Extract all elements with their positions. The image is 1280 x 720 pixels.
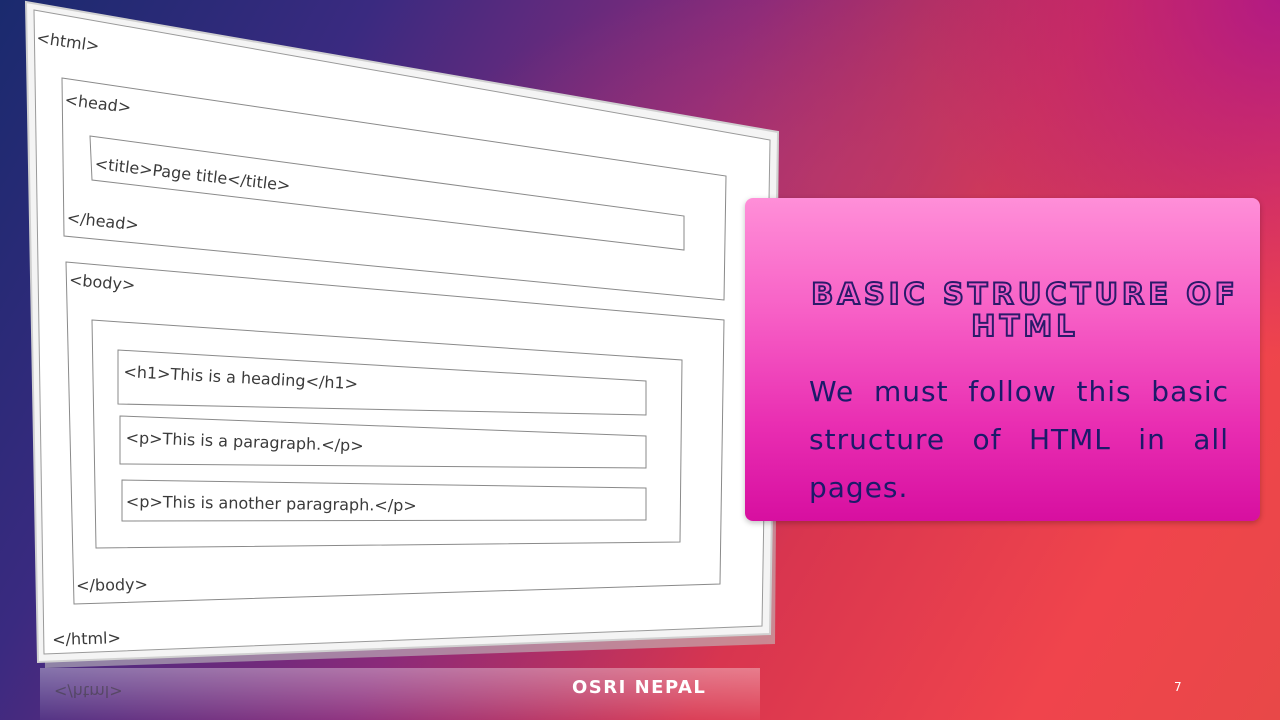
diagram-frames [24, 0, 780, 668]
info-box: Basic structure of HTML We must follow t… [745, 198, 1260, 521]
slide-body-text: We must follow this basic structure of H… [809, 375, 1229, 504]
page-number: 7 [1174, 680, 1182, 694]
another-paragraph-tag-line: <p>This is another paragraph.</p> [125, 492, 417, 516]
reflection-text: </html> [54, 682, 123, 701]
html-structure-diagram: <html> <head> <title>Page title</title> … [24, 0, 784, 668]
html-close-tag: </html> [52, 628, 122, 649]
slide-title: Basic structure of HTML [810, 277, 1239, 343]
body-close-tag: </body> [76, 574, 149, 595]
footer-brand: OSRI NEPAL [572, 677, 707, 698]
